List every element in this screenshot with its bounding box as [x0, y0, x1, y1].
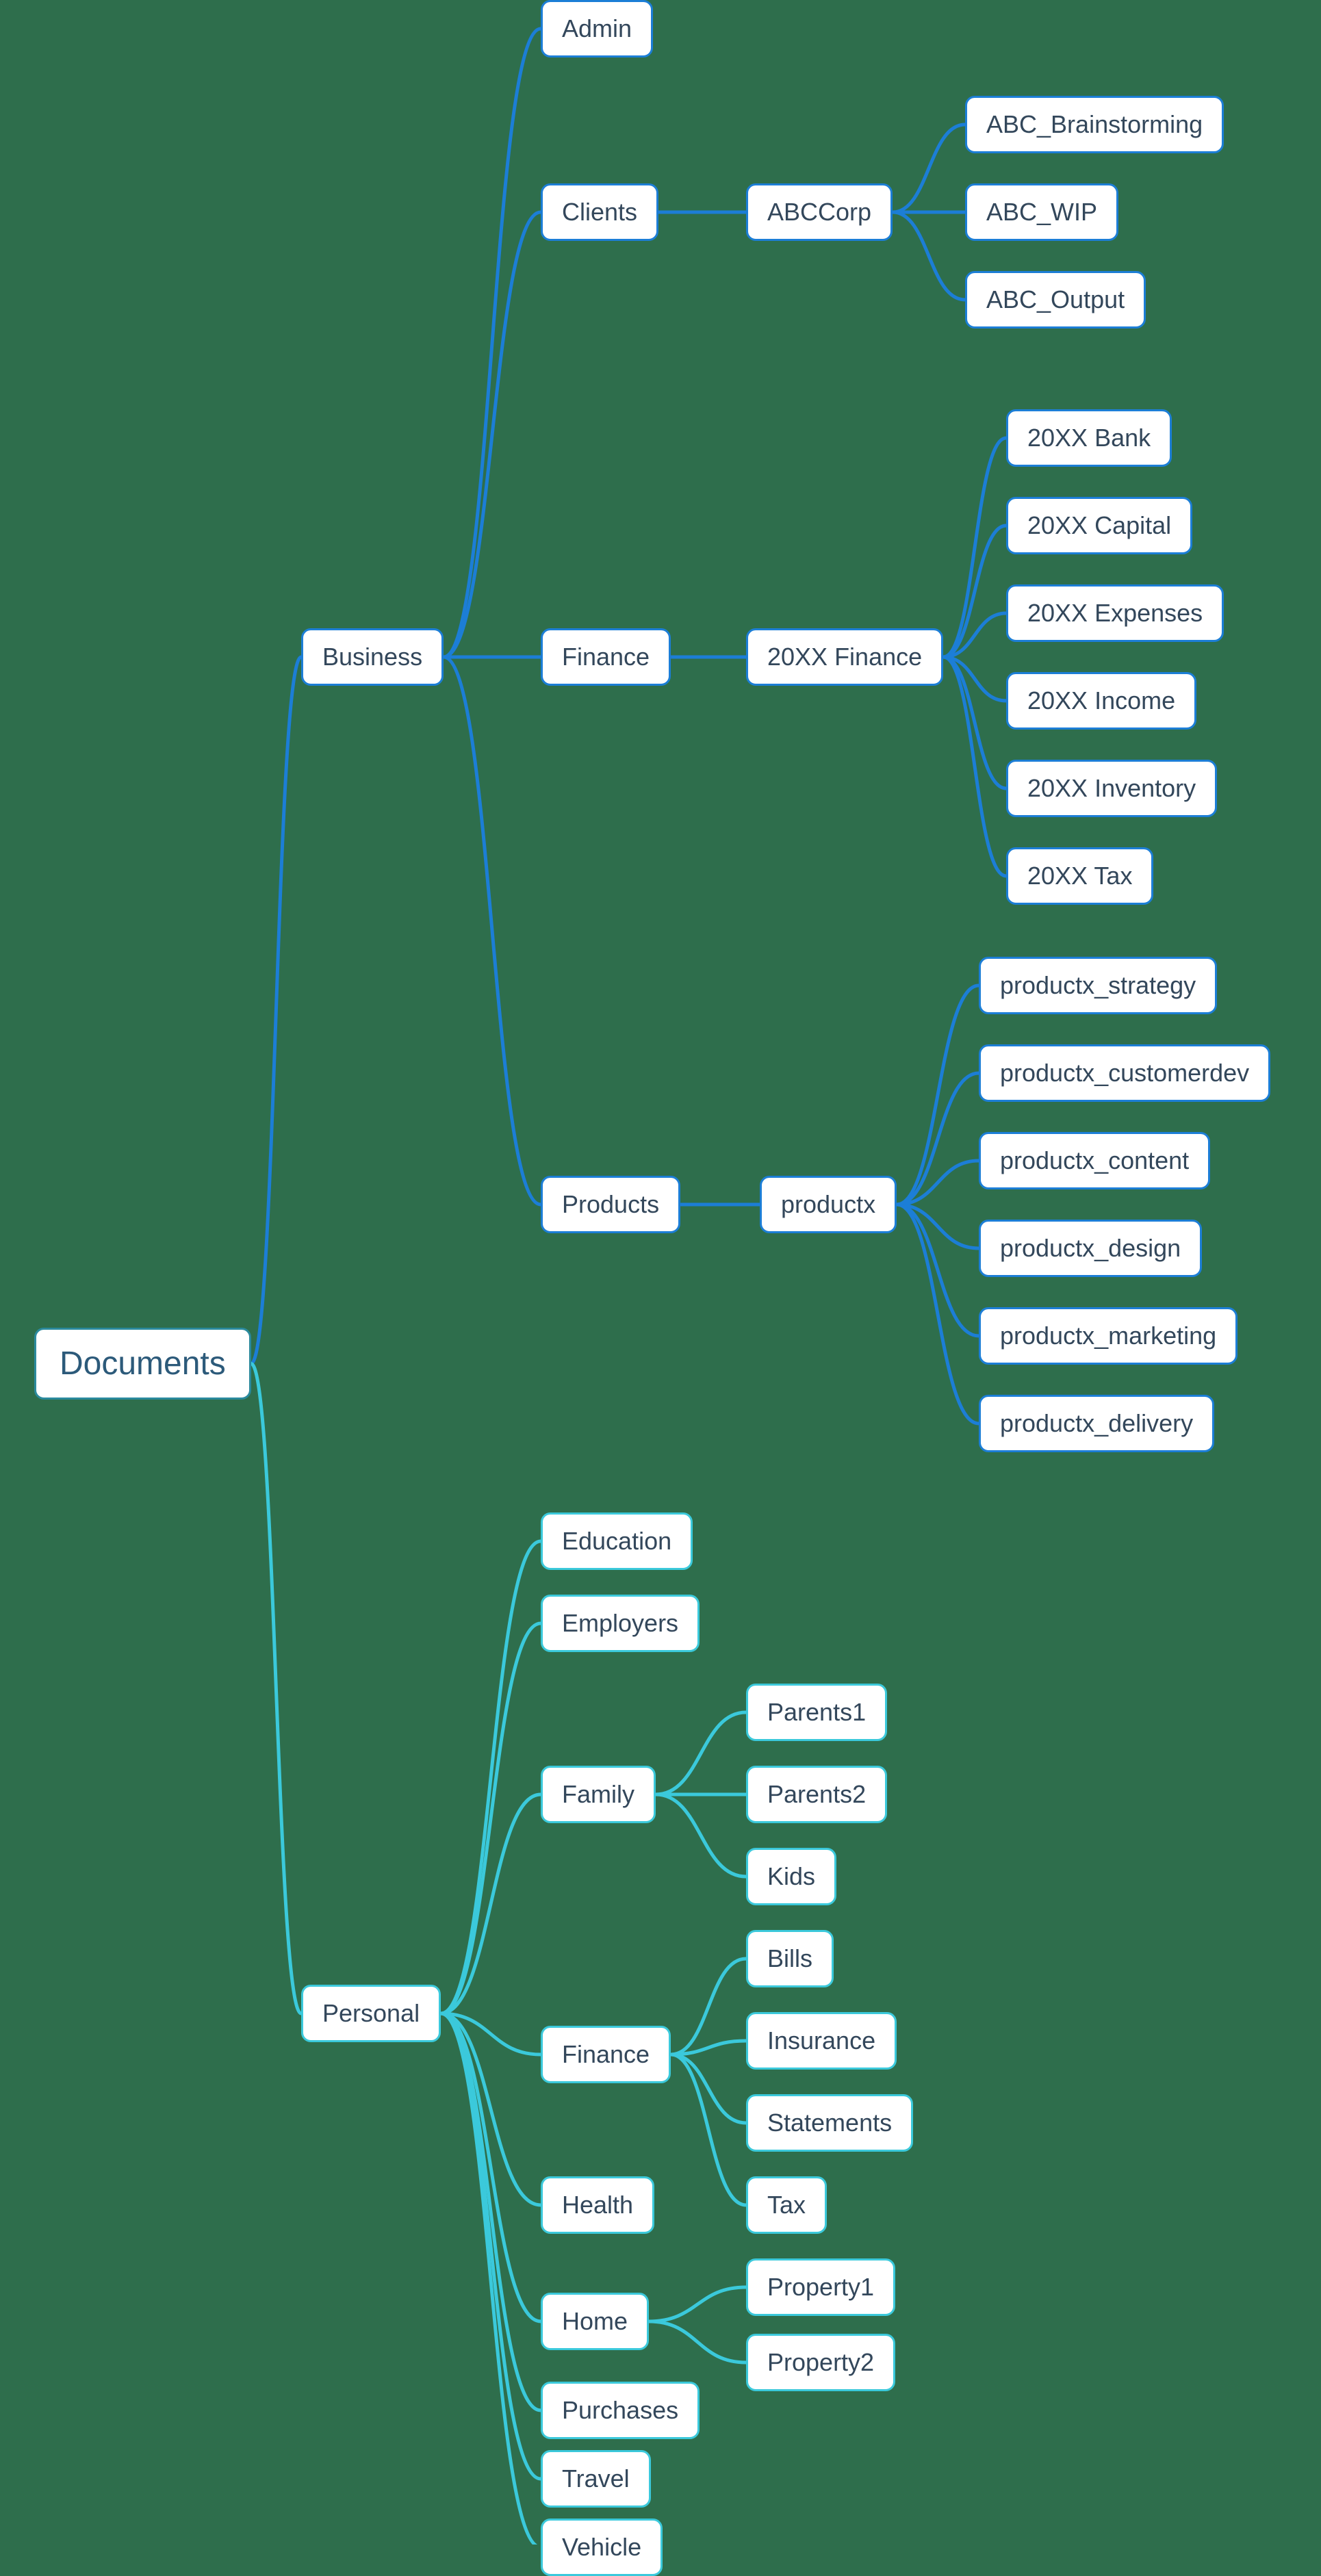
node-parents1[interactable]: Parents1: [746, 1684, 887, 1741]
node-20xx_income[interactable]: 20XX Income: [1006, 672, 1196, 730]
link-productx-productx_delivery: [897, 1205, 979, 1424]
node-productx_content[interactable]: productx_content: [979, 1132, 1210, 1189]
node-productx_customerdev[interactable]: productx_customerdev: [979, 1044, 1270, 1102]
node-personal[interactable]: Personal: [301, 1985, 441, 2042]
node-insurance[interactable]: Insurance: [746, 2012, 897, 2070]
link-abccorp-abc_output: [893, 212, 965, 300]
link-productx-productx_marketing: [897, 1205, 979, 1336]
link-personal-purchases: [441, 2013, 541, 2410]
node-parents2[interactable]: Parents2: [746, 1766, 887, 1823]
node-education[interactable]: Education: [541, 1512, 693, 1570]
node-clients[interactable]: Clients: [541, 183, 658, 241]
node-20xx_capital[interactable]: 20XX Capital: [1006, 497, 1192, 554]
node-property2[interactable]: Property2: [746, 2334, 895, 2391]
node-kids[interactable]: Kids: [746, 1848, 836, 1905]
link-family-kids: [656, 1794, 746, 1877]
link-20xx_finance-20xx_expenses: [943, 613, 1006, 657]
link-20xx_finance-20xx_capital: [943, 526, 1006, 657]
node-abc_wip[interactable]: ABC_WIP: [965, 183, 1118, 241]
link-personal-home: [441, 2013, 541, 2321]
link-documents-business: [251, 657, 301, 1364]
link-home-property2: [649, 2321, 746, 2362]
link-pfinance-tax: [671, 2055, 746, 2205]
link-personal-health: [441, 2013, 541, 2205]
link-business-products: [444, 657, 541, 1205]
node-documents[interactable]: Documents: [34, 1328, 251, 1400]
node-20xx_bank[interactable]: 20XX Bank: [1006, 409, 1172, 467]
link-productx-productx_design: [897, 1205, 979, 1248]
link-pfinance-statements: [671, 2055, 746, 2123]
link-family-parents1: [656, 1712, 746, 1794]
link-documents-personal: [251, 1364, 301, 2014]
node-20xx_tax[interactable]: 20XX Tax: [1006, 847, 1153, 905]
link-productx-productx_customerdev: [897, 1073, 979, 1205]
node-vehicle[interactable]: Vehicle: [541, 2519, 663, 2576]
link-productx-productx_strategy: [897, 986, 979, 1205]
mindmap-canvas: Documents Business Admin Clients ABCCorp ABC_…: [0, 0, 1321, 2545]
node-business[interactable]: Business: [301, 628, 444, 686]
link-business-clients: [444, 212, 541, 657]
node-productx[interactable]: productx: [760, 1176, 897, 1233]
node-productx_delivery[interactable]: productx_delivery: [979, 1395, 1214, 1452]
link-personal-employers: [441, 1623, 541, 2013]
node-productx_design[interactable]: productx_design: [979, 1220, 1202, 1277]
node-pfinance[interactable]: Finance: [541, 2026, 671, 2083]
link-pfinance-bills: [671, 1959, 746, 2055]
node-productx_strategy[interactable]: productx_strategy: [979, 957, 1217, 1014]
link-personal-pfinance: [441, 2013, 541, 2055]
link-personal-vehicle: [441, 2013, 541, 2545]
node-abc_brainstorming[interactable]: ABC_Brainstorming: [965, 96, 1224, 153]
link-business-admin: [444, 29, 541, 657]
node-20xx_inventory[interactable]: 20XX Inventory: [1006, 760, 1217, 817]
node-home[interactable]: Home: [541, 2293, 649, 2350]
link-20xx_finance-20xx_income: [943, 657, 1006, 701]
link-personal-travel: [441, 2013, 541, 2479]
node-abc_output[interactable]: ABC_Output: [965, 271, 1146, 329]
node-family[interactable]: Family: [541, 1766, 656, 1823]
node-abccorp[interactable]: ABCCorp: [746, 183, 893, 241]
link-personal-family: [441, 1794, 541, 2013]
node-property1[interactable]: Property1: [746, 2258, 895, 2316]
link-20xx_finance-20xx_inventory: [943, 657, 1006, 788]
node-20xx_finance[interactable]: 20XX Finance: [746, 628, 943, 686]
node-productx_marketing[interactable]: productx_marketing: [979, 1307, 1237, 1365]
node-statements[interactable]: Statements: [746, 2094, 913, 2152]
link-abccorp-abc_brainstorming: [893, 125, 965, 212]
link-personal-education: [441, 1541, 541, 2013]
node-travel[interactable]: Travel: [541, 2450, 651, 2508]
node-health[interactable]: Health: [541, 2176, 654, 2234]
node-bfinance[interactable]: Finance: [541, 628, 671, 686]
link-home-property1: [649, 2287, 746, 2321]
node-20xx_expenses[interactable]: 20XX Expenses: [1006, 584, 1224, 642]
node-products[interactable]: Products: [541, 1176, 680, 1233]
link-productx-productx_content: [897, 1161, 979, 1205]
link-pfinance-insurance: [671, 2041, 746, 2055]
node-employers[interactable]: Employers: [541, 1595, 700, 1652]
link-20xx_finance-20xx_bank: [943, 438, 1006, 657]
node-bills[interactable]: Bills: [746, 1930, 834, 1987]
node-tax[interactable]: Tax: [746, 2176, 827, 2234]
node-admin[interactable]: Admin: [541, 0, 653, 57]
link-20xx_finance-20xx_tax: [943, 657, 1006, 876]
node-purchases[interactable]: Purchases: [541, 2382, 700, 2439]
